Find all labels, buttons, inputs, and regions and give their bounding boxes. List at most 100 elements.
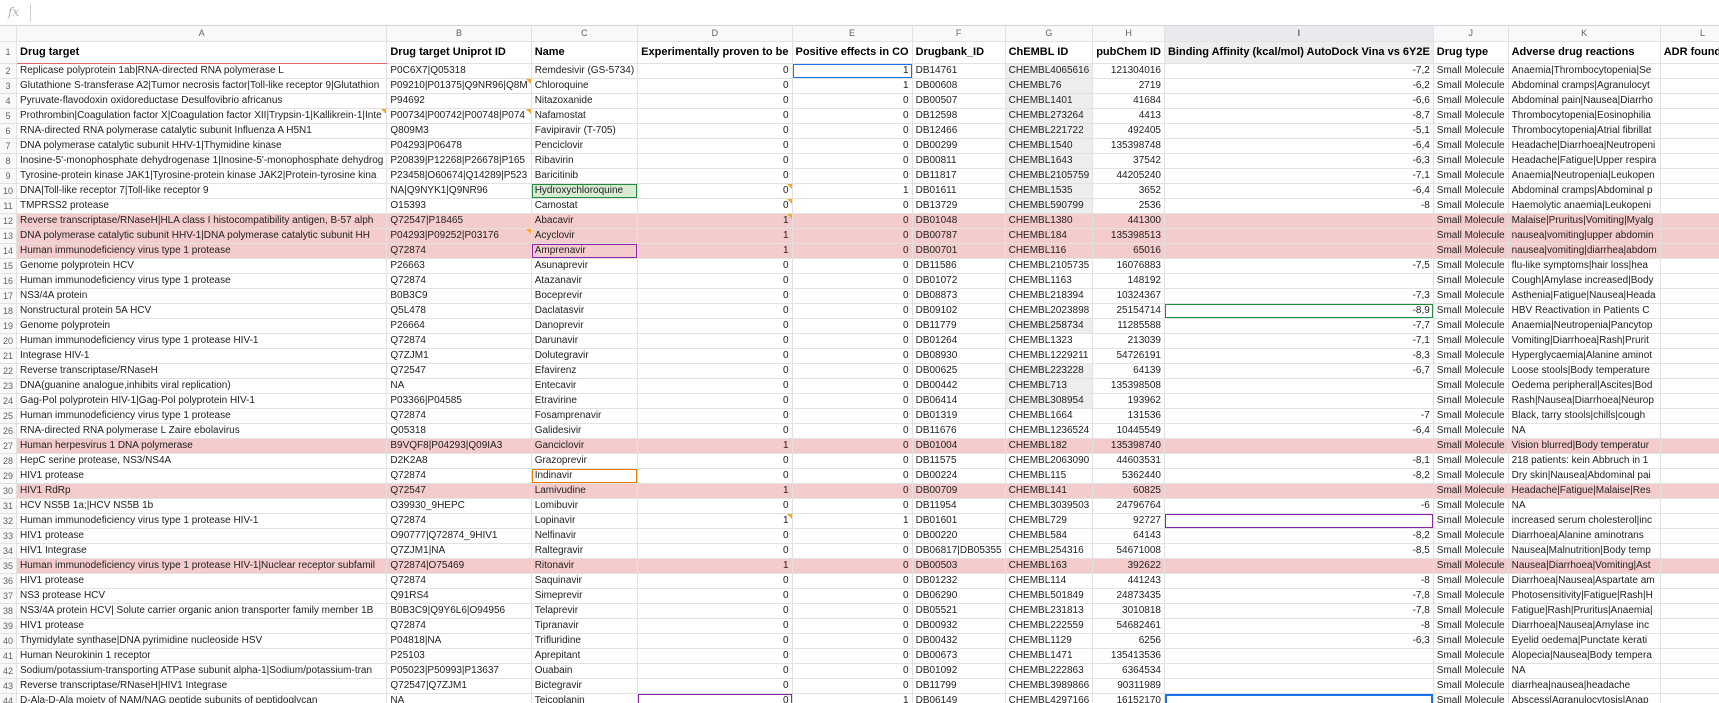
cell-d[interactable]: 0	[637, 603, 793, 619]
cell-l[interactable]: 0	[1660, 258, 1719, 274]
cell-c[interactable]: Favipiravir (T-705)	[531, 123, 639, 139]
cell-k[interactable]: Thrombocytopenia|Atrial fibrillat	[1508, 123, 1661, 139]
cell-k[interactable]: diarrhea|nausea|headache	[1508, 678, 1661, 694]
cell-d[interactable]: 1	[637, 513, 793, 529]
cell-c[interactable]: Indinavir	[531, 468, 639, 484]
cell-d[interactable]: 0	[637, 618, 793, 634]
cell-l[interactable]: 1	[1660, 348, 1719, 364]
cell-g[interactable]: CHEMBL2063090	[1005, 453, 1094, 469]
cell-h[interactable]: 90311989	[1092, 678, 1165, 694]
cell-j[interactable]: Small Molecule	[1433, 483, 1509, 499]
row-number[interactable]: 5	[0, 108, 18, 124]
cell-c[interactable]: Ribavirin	[531, 153, 639, 169]
cell-k[interactable]: Malaise|Pruritus|Vomiting|Myalg	[1508, 213, 1661, 229]
cell-l[interactable]: 1	[1660, 93, 1719, 109]
cell-k[interactable]: Asthenia|Fatigue|Nausea|Heada	[1508, 288, 1661, 304]
cell-a[interactable]: Human immunodeficiency virus type 1 prot…	[16, 558, 388, 574]
cell-b[interactable]: P26663	[386, 258, 532, 274]
cell-k[interactable]: Oedema peripheral|Ascites|Bod	[1508, 378, 1661, 394]
cell-g[interactable]: CHEMBL3039503	[1005, 498, 1094, 514]
cell-f[interactable]: DB08873	[912, 288, 1006, 304]
cell-c[interactable]: Teicoplanin	[531, 693, 639, 703]
cell-h[interactable]: 135398513	[1092, 228, 1165, 244]
cell-b[interactable]: P05023|P50993|P13637	[386, 663, 532, 679]
cell-h[interactable]: 131536	[1092, 408, 1165, 424]
cell-b[interactable]: Q72874	[386, 243, 532, 259]
cell-l[interactable]: 0	[1660, 123, 1719, 139]
cell-d[interactable]: 0	[637, 288, 793, 304]
cell-l[interactable]: 0	[1660, 63, 1719, 79]
cell-l[interactable]: 0	[1660, 498, 1719, 514]
cell-b[interactable]: P0C6X7|Q05318	[386, 63, 532, 79]
cell-b[interactable]: D2K2A8	[386, 453, 532, 469]
cell-f[interactable]: DB01601	[912, 513, 1006, 529]
cell-e[interactable]: 0	[792, 483, 913, 499]
cell-c[interactable]: Entecavir	[531, 378, 639, 394]
cell-k[interactable]: Anaemia|Thrombocytopenia|Se	[1508, 63, 1661, 79]
cell-b[interactable]: Q72874	[386, 468, 532, 484]
cell-l[interactable]: 1	[1660, 588, 1719, 604]
cell-k[interactable]: Loose stools|Body temperature	[1508, 363, 1661, 379]
cell-j[interactable]: Small Molecule	[1433, 663, 1509, 679]
cell-g[interactable]: CHEMBL218394	[1005, 288, 1094, 304]
cell-d[interactable]: 0	[637, 153, 793, 169]
cell-k[interactable]: Headache|Fatigue|Malaise|Res	[1508, 483, 1661, 499]
cell-j[interactable]: Small Molecule	[1433, 633, 1509, 649]
cell-g[interactable]: CHEMBL116	[1005, 243, 1094, 259]
row-number[interactable]: 9	[0, 168, 18, 184]
cell-d[interactable]: 0	[637, 453, 793, 469]
cell-c[interactable]: Atazanavir	[531, 273, 639, 289]
row-number[interactable]: 28	[0, 453, 18, 469]
cell-d[interactable]: 1	[637, 228, 793, 244]
cell-k[interactable]: Headache|Fatigue|Upper respira	[1508, 153, 1661, 169]
cell-b[interactable]: P00734|P00742|P00748|P074	[386, 108, 532, 124]
cell-g[interactable]: CHEMBL1129	[1005, 633, 1094, 649]
cell-c[interactable]: Baricitinib	[531, 168, 639, 184]
cell-e[interactable]: 0	[792, 438, 913, 454]
cell-c[interactable]: Remdesivir (GS-5734)	[531, 63, 639, 79]
cell-h[interactable]: 6256	[1092, 633, 1165, 649]
cell-b[interactable]: O15393	[386, 198, 532, 214]
cell-i[interactable]: -8,3	[1164, 348, 1434, 364]
cell-k[interactable]: Alopecia|Nausea|Body tempera	[1508, 648, 1661, 664]
row-number[interactable]: 20	[0, 333, 18, 349]
cell-h[interactable]: 11285588	[1092, 318, 1165, 334]
cell-f[interactable]: DB11799	[912, 678, 1006, 694]
cell-j[interactable]: Small Molecule	[1433, 198, 1509, 214]
cell-h[interactable]: 6364534	[1092, 663, 1165, 679]
cell-i[interactable]	[1164, 243, 1434, 259]
cell-l[interactable]: 1	[1660, 78, 1719, 94]
cell-g[interactable]: CHEMBL1664	[1005, 408, 1094, 424]
cell-a[interactable]: Genome polyprotein	[16, 318, 388, 334]
cell-i[interactable]	[1164, 678, 1434, 694]
cell-k[interactable]: Anaemia|Neutropenia|Pancytop	[1508, 318, 1661, 334]
cell-f[interactable]: DB06817|DB05355	[912, 543, 1006, 559]
cell-f[interactable]: DB06290	[912, 588, 1006, 604]
cell-g[interactable]: CHEMBL258734	[1005, 318, 1094, 334]
cell-b[interactable]: B0B3C9|Q9Y6L6|O94956	[386, 603, 532, 619]
column-header-h[interactable]: H	[1092, 26, 1165, 42]
cell-h[interactable]: 24796764	[1092, 498, 1165, 514]
cell-c[interactable]: Lopinavir	[531, 513, 639, 529]
cell-g[interactable]: CHEMBL221722	[1005, 123, 1094, 139]
row-number[interactable]: 15	[0, 258, 18, 274]
cell-b[interactable]: Q72874	[386, 618, 532, 634]
formula-input[interactable]	[34, 3, 1704, 23]
cell-l[interactable]: 1	[1660, 438, 1719, 454]
cell-l[interactable]: 1	[1660, 273, 1719, 289]
cell-j[interactable]: Small Molecule	[1433, 618, 1509, 634]
cell-d[interactable]: 0	[637, 273, 793, 289]
cell-l[interactable]: 0	[1660, 198, 1719, 214]
cell-c[interactable]: Raltegravir	[531, 543, 639, 559]
cell-l[interactable]: 1	[1660, 183, 1719, 199]
cell-i[interactable]	[1164, 438, 1434, 454]
cell-e[interactable]: 1	[792, 63, 913, 79]
cell-g[interactable]: CHEMBL222559	[1005, 618, 1094, 634]
cell-h[interactable]: 41684	[1092, 93, 1165, 109]
cell-k[interactable]: flu-like symptoms|hair loss|hea	[1508, 258, 1661, 274]
cell-b[interactable]: Q5L478	[386, 303, 532, 319]
cell-i[interactable]: -7,8	[1164, 588, 1434, 604]
cell-g[interactable]: CHEMBL4297166	[1005, 693, 1094, 703]
cell-b[interactable]: Q72547|P18465	[386, 213, 532, 229]
cell-k[interactable]: Cough|Amylase increased|Body	[1508, 273, 1661, 289]
